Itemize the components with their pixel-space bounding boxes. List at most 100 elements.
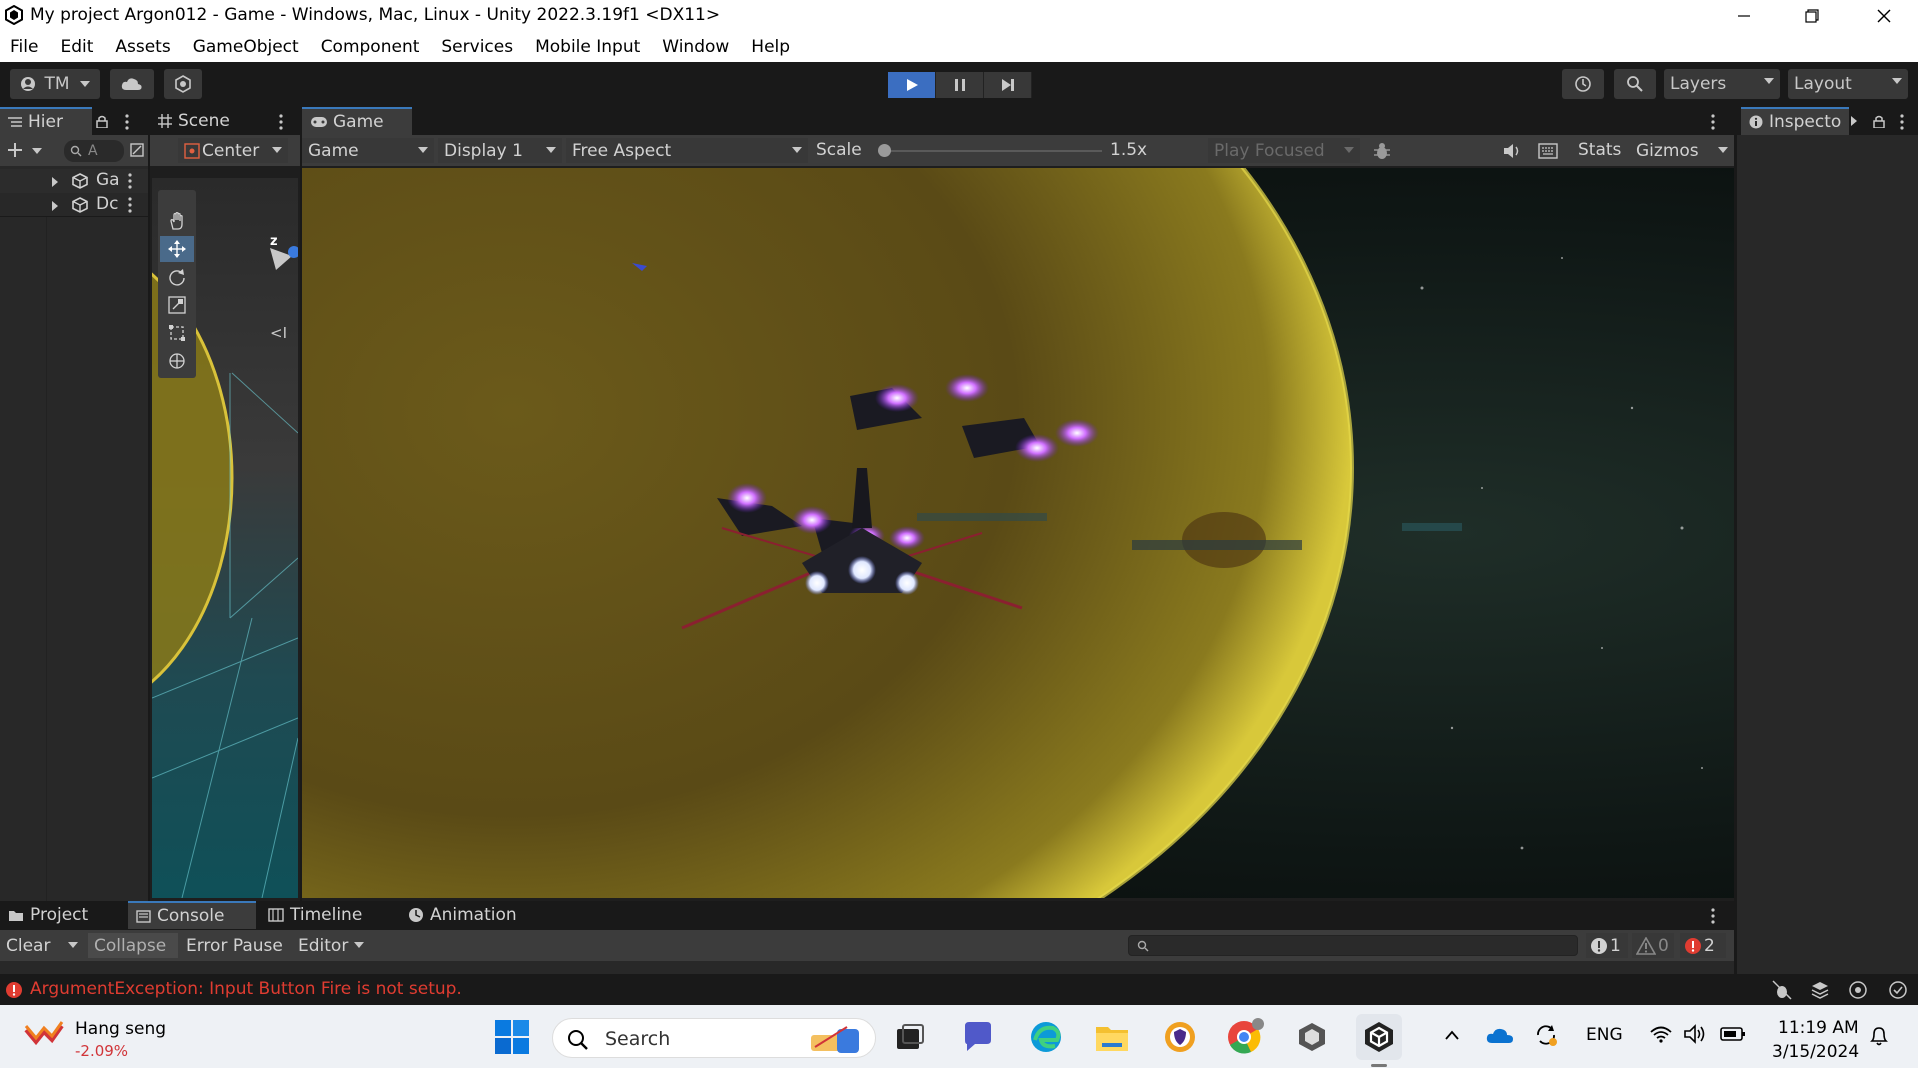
- gizmos-dropdown[interactable]: Gizmos: [1630, 138, 1734, 163]
- tab-game[interactable]: Game: [302, 107, 412, 135]
- scale-slider[interactable]: [878, 144, 1102, 157]
- console-log-area[interactable]: [0, 961, 1734, 974]
- bug-icon[interactable]: [1372, 141, 1392, 161]
- debug-off-icon[interactable]: [1772, 980, 1792, 1000]
- error-count-toggle[interactable]: 2: [1680, 933, 1726, 958]
- account-dropdown[interactable]: TM: [10, 69, 100, 99]
- chrome-button[interactable]: [1226, 1017, 1266, 1057]
- more-options-icon[interactable]: [127, 197, 133, 213]
- list-item[interactable]: Ga: [0, 169, 148, 193]
- notification-bell-icon[interactable]: [1868, 1025, 1890, 1047]
- collapse-toggle[interactable]: Collapse: [88, 933, 178, 958]
- expand-icon[interactable]: [52, 177, 58, 187]
- start-button[interactable]: [492, 1017, 532, 1057]
- taskbar-search[interactable]: Search: [552, 1018, 876, 1058]
- game-view-dropdown[interactable]: Game: [302, 138, 434, 163]
- scale-tool-button[interactable]: [160, 292, 194, 318]
- chevron-down-icon[interactable]: [68, 942, 78, 948]
- menu-mobile-input[interactable]: Mobile Input: [535, 37, 640, 57]
- expand-icon[interactable]: [52, 201, 58, 211]
- info-count-toggle[interactable]: 1: [1586, 933, 1628, 958]
- pause-button[interactable]: [936, 72, 984, 98]
- sync-icon[interactable]: [1534, 1023, 1558, 1047]
- status-message[interactable]: ArgumentException: Input Button Fire is …: [30, 979, 462, 999]
- norton-button[interactable]: [1160, 1017, 1200, 1057]
- clock-time[interactable]: 11:19 AM: [1778, 1018, 1859, 1038]
- hierarchy-search-input[interactable]: A: [64, 140, 124, 162]
- layers-stack-icon[interactable]: [1810, 980, 1830, 1000]
- cloud-button[interactable]: [110, 69, 154, 99]
- minimize-button[interactable]: [1716, 0, 1772, 31]
- menu-file[interactable]: File: [10, 37, 38, 57]
- transform-tool-button[interactable]: [160, 348, 194, 374]
- hand-tool-button[interactable]: [160, 208, 194, 234]
- add-icon[interactable]: [8, 143, 22, 157]
- more-options-icon[interactable]: [124, 114, 130, 130]
- layout-dropdown[interactable]: Layout: [1788, 69, 1908, 99]
- scale-slider-handle[interactable]: [878, 144, 891, 157]
- onedrive-icon[interactable]: [1486, 1025, 1514, 1045]
- wifi-icon[interactable]: [1650, 1025, 1672, 1043]
- stock-widget[interactable]: [24, 1020, 64, 1055]
- menu-assets[interactable]: Assets: [115, 37, 170, 57]
- tab-console[interactable]: Console: [128, 901, 256, 929]
- rotate-tool-button[interactable]: [160, 264, 194, 290]
- more-options-icon[interactable]: [127, 173, 133, 189]
- tab-scene[interactable]: Scene: [150, 107, 264, 135]
- move-tool-button[interactable]: [160, 236, 194, 262]
- list-item[interactable]: Dc: [0, 193, 148, 217]
- play-button[interactable]: [888, 72, 936, 98]
- step-button[interactable]: [984, 72, 1032, 98]
- menu-help[interactable]: Help: [751, 37, 790, 57]
- unity-hub-button[interactable]: [1292, 1017, 1332, 1057]
- tab-inspector[interactable]: Inspecto: [1741, 107, 1849, 135]
- display-dropdown[interactable]: Display 1: [438, 138, 562, 163]
- collab-button[interactable]: [164, 69, 202, 99]
- aspect-dropdown[interactable]: Free Aspect: [566, 138, 808, 163]
- menu-component[interactable]: Component: [321, 37, 420, 57]
- chevron-right-icon[interactable]: [1851, 116, 1857, 126]
- tab-project[interactable]: Project: [0, 901, 128, 929]
- lock-icon[interactable]: [96, 115, 108, 128]
- chevron-down-icon[interactable]: [32, 148, 42, 154]
- volume-icon[interactable]: [1684, 1024, 1706, 1044]
- play-mode-dropdown[interactable]: Play Focused: [1208, 138, 1360, 163]
- chevron-up-icon[interactable]: [1444, 1029, 1460, 1041]
- tab-timeline[interactable]: Timeline: [260, 901, 400, 929]
- layers-dropdown[interactable]: Layers: [1664, 69, 1780, 99]
- stats-button[interactable]: Stats: [1578, 140, 1621, 160]
- scene-viewport[interactable]: z <I: [152, 178, 298, 898]
- tab-hierarchy[interactable]: Hier: [0, 107, 92, 135]
- lock-icon[interactable]: [1873, 115, 1885, 128]
- clear-button[interactable]: Clear: [0, 933, 84, 958]
- warning-count-toggle[interactable]: 0: [1632, 933, 1674, 958]
- edge-button[interactable]: [1026, 1017, 1066, 1057]
- task-view-button[interactable]: [890, 1017, 930, 1057]
- file-explorer-button[interactable]: [1092, 1017, 1132, 1057]
- audio-mute-icon[interactable]: [1502, 142, 1522, 160]
- more-options-icon[interactable]: [1710, 114, 1716, 130]
- console-search-input[interactable]: [1128, 935, 1578, 956]
- menu-services[interactable]: Services: [441, 37, 513, 57]
- menu-gameobject[interactable]: GameObject: [193, 37, 299, 57]
- pivot-dropdown[interactable]: Center: [178, 138, 288, 163]
- scene-visibility-icon[interactable]: [130, 143, 144, 157]
- game-viewport[interactable]: [302, 168, 1734, 898]
- editor-dropdown[interactable]: Editor: [292, 933, 370, 958]
- check-circle-icon[interactable]: [1888, 980, 1908, 1000]
- language-indicator[interactable]: ENG: [1586, 1025, 1623, 1045]
- menu-edit[interactable]: Edit: [60, 37, 93, 57]
- network-icon[interactable]: [1848, 980, 1868, 1000]
- history-button[interactable]: [1562, 69, 1604, 99]
- error-pause-toggle[interactable]: Error Pause: [180, 933, 290, 958]
- restore-button[interactable]: [1784, 0, 1840, 31]
- scene-gizmo-icon[interactable]: [268, 244, 298, 274]
- teams-button[interactable]: [958, 1017, 998, 1057]
- close-button[interactable]: [1856, 0, 1912, 31]
- search-button[interactable]: [1614, 69, 1656, 99]
- rect-tool-button[interactable]: [160, 320, 194, 346]
- more-options-icon[interactable]: [1710, 908, 1716, 924]
- battery-icon[interactable]: [1720, 1026, 1746, 1042]
- menu-window[interactable]: Window: [662, 37, 729, 57]
- more-options-icon[interactable]: [278, 114, 284, 130]
